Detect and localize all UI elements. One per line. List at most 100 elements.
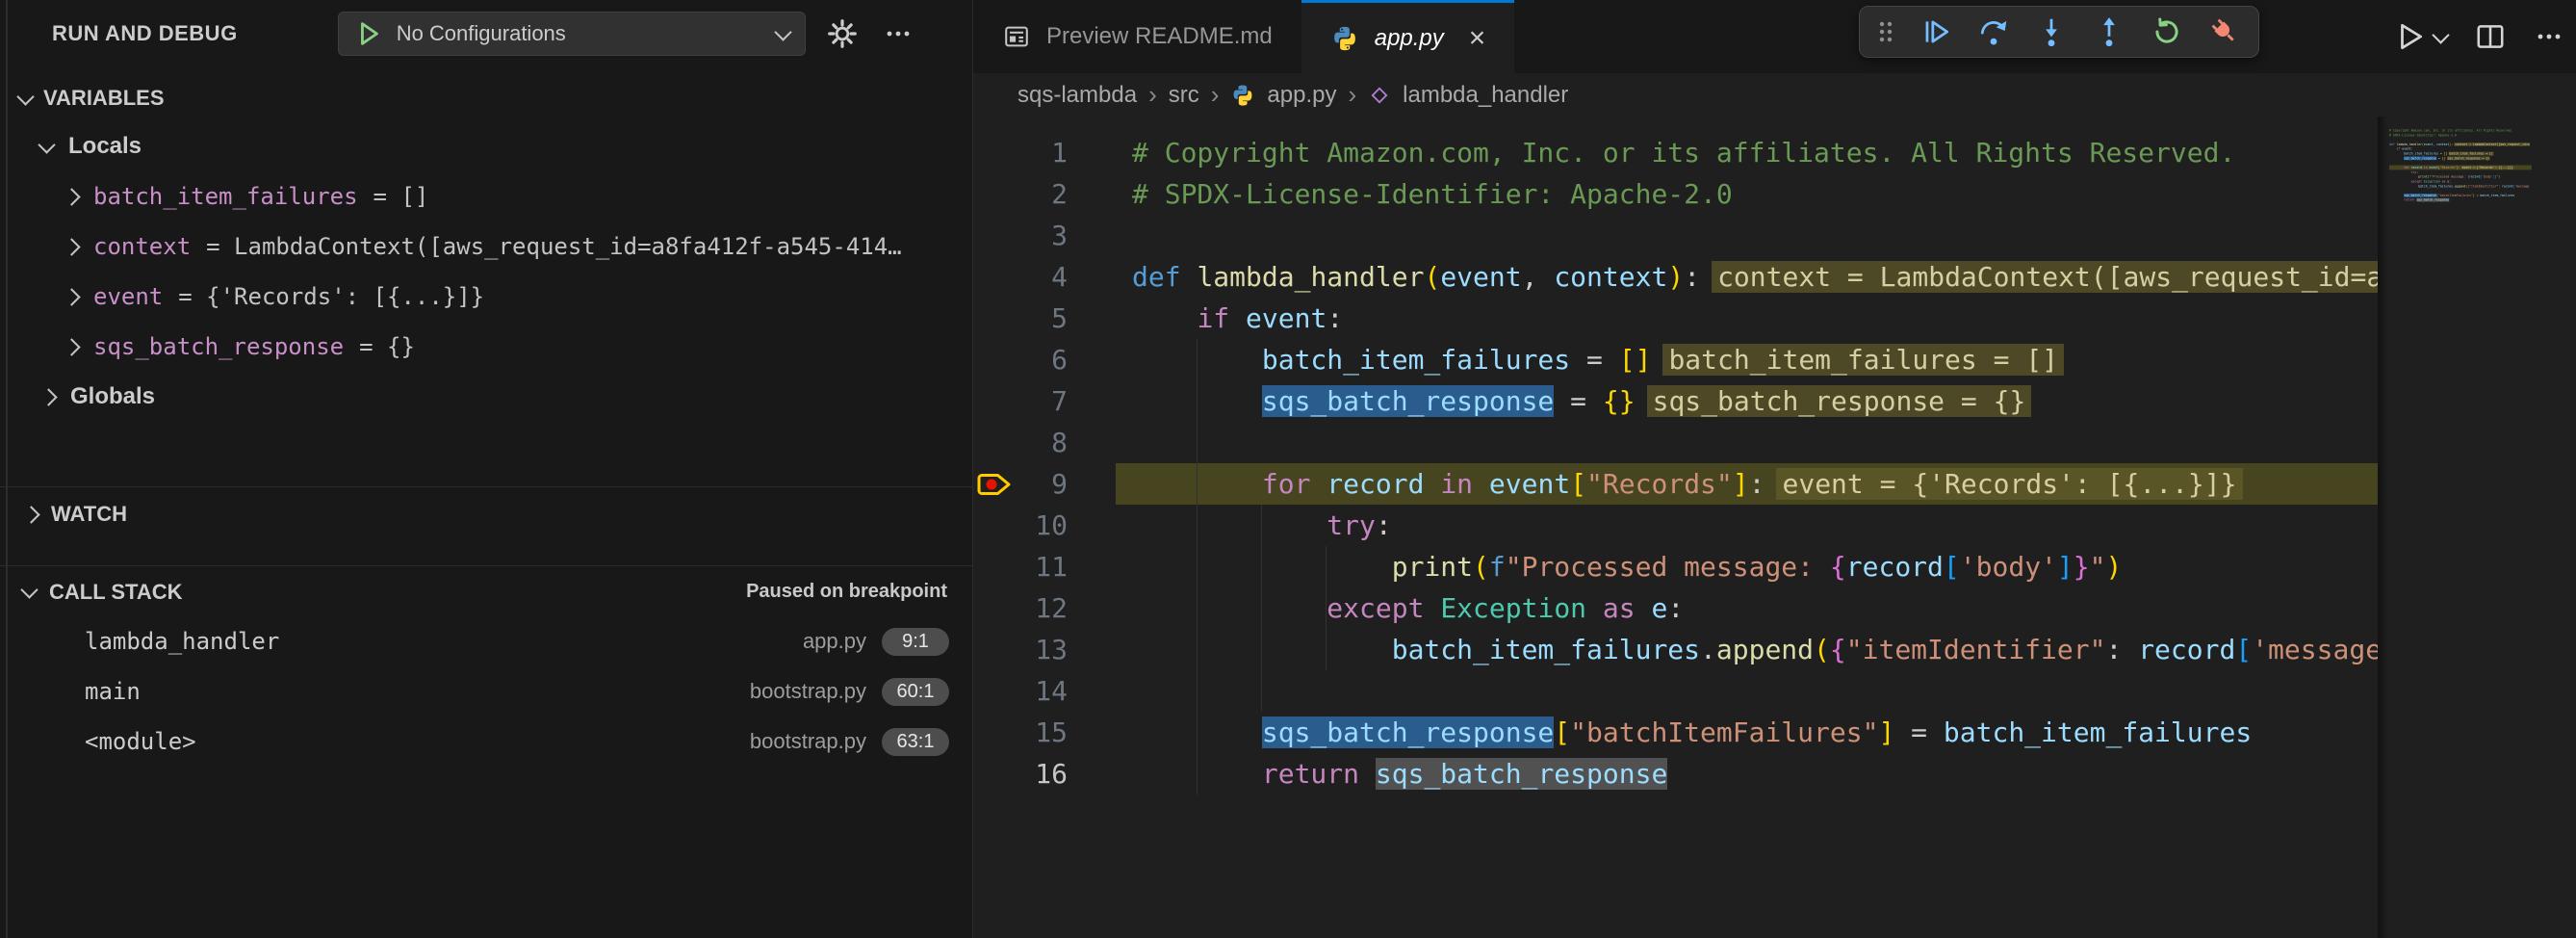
line-gutter[interactable]: 3 [973, 215, 1116, 256]
line-number: 6 [973, 339, 1068, 380]
breakpoint-margin[interactable] [977, 470, 1016, 499]
code-token: = [1554, 385, 1603, 417]
code-token: append [2455, 184, 2465, 188]
breakpoint-hit-icon[interactable] [977, 470, 1016, 499]
code-line-content[interactable]: # SPDX-License-Identifier: Apache-2.0 [1116, 173, 2378, 215]
frame-file: app.py [803, 629, 866, 654]
line-gutter[interactable]: 9 [973, 463, 1116, 505]
code-token: 'body' [1960, 551, 2057, 583]
call-stack-frames: lambda_handlerapp.py9:1mainbootstrap.py6… [0, 616, 972, 767]
gear-icon[interactable] [823, 14, 862, 53]
code-line-16: 16 return sqs_batch_response [973, 753, 2378, 795]
chevron-right-icon[interactable] [63, 188, 80, 205]
chevron-right-icon[interactable] [63, 238, 80, 255]
line-gutter[interactable]: 7 [973, 380, 1116, 422]
line-gutter[interactable]: 6 [973, 339, 1116, 380]
chevron-right-icon[interactable] [63, 288, 80, 305]
code-token [2389, 175, 2418, 179]
code-line-1: 1 # Copyright Amazon.com, Inc. or its aff… [973, 132, 2378, 173]
line-number: 8 [973, 422, 1068, 463]
call-stack-frame[interactable]: <module>bootstrap.py63:1 [0, 717, 972, 767]
editor-more-actions-icon[interactable] [2534, 21, 2564, 52]
close-icon[interactable]: × [1469, 24, 1486, 53]
tab-preview-readme[interactable]: Preview README.md [973, 0, 1301, 73]
code-token: [ [1570, 468, 1586, 500]
debug-step-over-icon[interactable] [1971, 11, 2016, 53]
scope-globals[interactable]: Globals [0, 372, 972, 422]
breadcrumb-folder[interactable]: sqs-lambda [1018, 82, 1137, 109]
minimap[interactable]: # Copyright Amazon.com, Inc. or its affi… [2378, 117, 2576, 938]
code-line-content[interactable]: return sqs_batch_response [1116, 753, 2378, 795]
code-line-content[interactable] [1116, 670, 2378, 712]
code-line-content[interactable]: sqs_batch_response["batchItemFailures"] … [1116, 712, 2378, 753]
debug-step-out-icon[interactable] [2087, 11, 2131, 53]
line-gutter[interactable]: 15 [973, 712, 1116, 753]
code-line-content[interactable]: sqs_batch_response = {}sqs_batch_respons… [1116, 380, 2378, 422]
code-line-content[interactable] [1116, 215, 2378, 256]
variable-row[interactable]: event= {'Records': [{...}]} [0, 272, 972, 322]
line-gutter[interactable]: 1 [973, 132, 1116, 173]
code-line-9: 9 for record in event["Records"]:event =… [973, 463, 2378, 505]
variables-tree: Locals batch_item_failures= []context= L… [0, 121, 972, 422]
frame-position-badge: 9:1 [882, 628, 949, 656]
debug-continue-icon[interactable] [1914, 11, 1958, 53]
breadcrumb-symbol[interactable]: lambda_handler [1403, 82, 1568, 109]
line-gutter[interactable]: 13 [973, 629, 1116, 670]
debug-start-icon[interactable] [354, 19, 383, 48]
code-token: : [1376, 509, 1392, 541]
line-gutter[interactable]: 4 [973, 256, 1116, 298]
code-token: , [1522, 261, 1555, 293]
code-line-content[interactable]: # Copyright Amazon.com, Inc. or its affi… [1116, 132, 2378, 173]
chevron-right-icon[interactable] [63, 338, 80, 355]
line-gutter[interactable]: 8 [973, 422, 1116, 463]
watch-section-header[interactable]: WATCH [0, 487, 972, 541]
breadcrumb-file[interactable]: app.py [1267, 82, 1336, 109]
variables-header-label: VARIABLES [43, 86, 165, 111]
code-line-content[interactable]: batch_item_failures.append({"itemIdentif… [1116, 629, 2378, 670]
code-token: ) [2498, 175, 2500, 179]
debug-step-into-icon[interactable] [2029, 11, 2074, 53]
toolbar-drag-handle[interactable] [1871, 11, 1900, 53]
code-token: sqs_batch_response [1376, 758, 1667, 790]
line-number: 15 [973, 712, 1068, 753]
variables-section-header[interactable]: VARIABLES [0, 75, 972, 121]
line-gutter[interactable]: 5 [973, 298, 1116, 339]
line-gutter[interactable]: 11 [973, 546, 1116, 587]
code-line-content[interactable]: batch_item_failures = []batch_item_failu… [1116, 339, 2378, 380]
tab-app-py[interactable]: app.py × [1301, 0, 1515, 73]
code-line-content[interactable]: except Exception as e: [1116, 587, 2378, 629]
variable-row[interactable]: sqs_batch_response= {} [0, 322, 972, 372]
debug-restart-icon[interactable] [2145, 11, 2189, 53]
scope-locals[interactable]: Locals [0, 121, 972, 171]
code-token: lambda_handler [1197, 261, 1424, 293]
call-stack-section-header[interactable]: CALL STACK Paused on breakpoint [0, 565, 972, 617]
variable-row[interactable]: batch_item_failures= [] [0, 171, 972, 221]
split-editor-icon[interactable] [2474, 20, 2507, 53]
code-editor[interactable]: 1 # Copyright Amazon.com, Inc. or its aff… [973, 117, 2378, 938]
debug-disconnect-icon[interactable] [2202, 11, 2247, 53]
code-line-content[interactable] [1116, 422, 2378, 463]
code-line-content[interactable]: def lambda_handler(event, context):conte… [1116, 256, 2378, 298]
markdown-preview-icon [1002, 22, 1031, 51]
code-token: record [2138, 634, 2235, 665]
code-line-content[interactable]: print(f"Processed message: {record['body… [1116, 546, 2378, 587]
code-token: return [2404, 198, 2414, 202]
line-number: 1 [973, 132, 1068, 173]
line-gutter[interactable]: 16 [973, 753, 1116, 795]
call-stack-frame[interactable]: mainbootstrap.py60:1 [0, 666, 972, 717]
line-number: 10 [973, 505, 1068, 546]
code-line-content[interactable]: if event: [1116, 298, 2378, 339]
line-gutter[interactable]: 10 [973, 505, 1116, 546]
line-gutter[interactable]: 14 [973, 670, 1116, 712]
run-python-file-button[interactable] [2394, 20, 2447, 53]
line-gutter[interactable]: 2 [973, 173, 1116, 215]
breadcrumb-folder[interactable]: src [1169, 82, 1199, 109]
frame-function: main [85, 678, 734, 705]
configurations-dropdown[interactable]: No Configurations [338, 12, 806, 56]
code-line-content[interactable]: try: [1116, 505, 2378, 546]
line-gutter[interactable]: 12 [973, 587, 1116, 629]
code-line-content[interactable]: for record in event["Records"]:event = {… [1116, 463, 2378, 505]
sidebar-more-actions-icon[interactable] [879, 14, 917, 53]
call-stack-frame[interactable]: lambda_handlerapp.py9:1 [0, 616, 972, 666]
variable-row[interactable]: context= LambdaContext([aws_request_id=a… [0, 221, 972, 272]
